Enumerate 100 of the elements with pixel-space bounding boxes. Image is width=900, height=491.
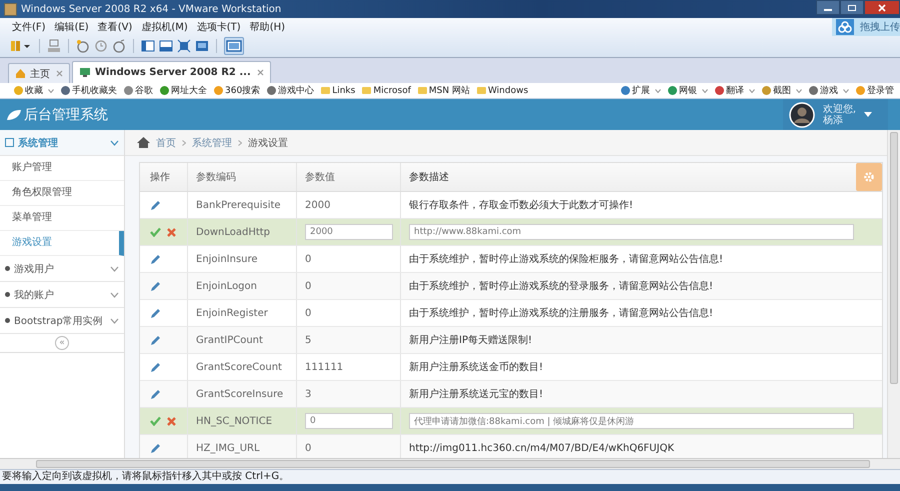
window-title: Windows Server 2008 R2 x64 - VMware Workstation: [21, 4, 282, 14]
close-icon[interactable]: [56, 70, 63, 77]
description-field[interactable]: http://www.88kami.com: [409, 224, 854, 240]
menu-item[interactable]: 虚拟机(M): [141, 20, 188, 34]
table-cell-text: 新用户注册系统送金币的数目!: [408, 360, 544, 375]
fullscreen-icon[interactable]: [177, 39, 191, 53]
dot-icon: [5, 318, 10, 323]
menu-item[interactable]: 帮助(H): [250, 20, 286, 34]
window-icon[interactable]: [224, 37, 244, 55]
scrollbar[interactable]: [887, 130, 900, 458]
menu-item[interactable]: 选项卡(T): [196, 20, 241, 34]
sidebar-item[interactable]: 角色权限管理: [0, 181, 124, 206]
pencil-icon[interactable]: [150, 280, 161, 292]
table-cell: 3: [297, 381, 401, 407]
maximize-button[interactable]: [840, 0, 864, 15]
upload-badge[interactable]: 拖拽上传: [832, 18, 900, 36]
scrollbar[interactable]: [0, 458, 900, 469]
column-header: 参数编码: [188, 163, 297, 191]
close-button[interactable]: [864, 0, 900, 15]
app-icon: [4, 2, 17, 16]
chevron-icon: [238, 140, 242, 146]
sidebar-group[interactable]: 我的账户: [0, 282, 124, 308]
cloud-icon: [836, 19, 854, 35]
close-icon[interactable]: [167, 228, 176, 236]
pencil-icon[interactable]: [150, 308, 161, 318]
close-icon[interactable]: [256, 69, 264, 76]
table-cell-text: 由于系统维护，暂时停止游戏系统的注册服务，请留意网站公告信息!: [408, 306, 714, 321]
pencil-icon[interactable]: [150, 442, 161, 454]
menu-item[interactable]: 查看(V): [98, 20, 132, 34]
breadcrumb-current: 游戏设置: [248, 136, 288, 150]
table-cell: HN_SC_NOTICE: [188, 408, 297, 434]
gear-icon: [863, 171, 875, 183]
close-icon[interactable]: [167, 416, 176, 426]
table-cell: GrantIPCount: [188, 327, 297, 353]
table-cell: 5: [297, 327, 401, 353]
pencil-icon[interactable]: [150, 362, 161, 372]
user-menu[interactable]: 欢迎您, 杨添: [782, 99, 888, 130]
table-cell: EnjoinLogon: [188, 273, 297, 299]
checkmark-icon[interactable]: [150, 227, 161, 237]
favorite-link[interactable]: MSN 网站: [418, 84, 470, 97]
toolbar-link[interactable]: 游戏: [809, 84, 849, 97]
pencil-icon[interactable]: [150, 254, 161, 264]
table-cell-text: http://img011.hc360.cn/m4/M07/BD/E4/wKhQ6FUJQK: [408, 442, 676, 456]
column-header: 参数描述: [408, 170, 450, 185]
menu-item[interactable]: 文件(F): [12, 20, 46, 34]
tab[interactable]: Windows Server 2008 R2 ...: [72, 61, 271, 83]
pencil-icon[interactable]: [150, 388, 161, 400]
avatar-icon: [788, 102, 815, 128]
column-header: 操作: [140, 163, 188, 191]
panel-icon[interactable]: [141, 39, 155, 53]
pencil-icon[interactable]: [150, 200, 161, 210]
table-cell: 0: [297, 273, 401, 299]
leaf-icon: [6, 108, 22, 120]
clock-icon[interactable]: [112, 39, 126, 53]
pencil-icon[interactable]: [150, 334, 161, 346]
window-icon[interactable]: [195, 39, 209, 53]
favorite-link[interactable]: 网址大全: [160, 84, 207, 97]
network-icon[interactable]: [47, 39, 61, 53]
window-icon[interactable]: [159, 39, 173, 53]
sidebar-group[interactable]: 游戏用户: [0, 256, 124, 282]
library-icon[interactable]: [10, 39, 32, 53]
table-cell-text: 由于系统维护，暂时停止游戏系统的登录服务，请留意网站公告信息!: [408, 280, 714, 294]
maximize-icon: [847, 4, 857, 12]
table-cell: GrantScoreCount: [188, 354, 297, 380]
table-cell: EnjoinInsure: [188, 246, 297, 272]
favorite-link[interactable]: 收藏: [14, 84, 54, 97]
favorite-link[interactable]: 谷歌: [124, 84, 153, 97]
checkmark-icon[interactable]: [150, 416, 161, 426]
column-header: 参数值: [297, 163, 401, 191]
value-field[interactable]: 0: [305, 413, 393, 429]
favorite-link[interactable]: 360搜索: [214, 84, 260, 97]
table-cell-text: 由于系统维护，暂时停止游戏系统的保险柜服务，请留意网站公告信息!: [408, 252, 724, 267]
sidebar-item[interactable]: 账户管理: [0, 156, 124, 181]
toolbar-link[interactable]: 扩展: [621, 84, 661, 97]
favorite-link[interactable]: 手机收藏夹: [61, 84, 117, 97]
monitor-icon: [79, 67, 91, 78]
menu-item[interactable]: 编辑(E): [54, 20, 89, 34]
clock-icon[interactable]: [94, 39, 108, 53]
table-cell: 111111: [297, 354, 401, 380]
close-icon: [877, 4, 887, 12]
dot-icon: [5, 292, 10, 297]
table-cell: BankPrerequisite: [188, 192, 297, 218]
minimize-button[interactable]: [816, 0, 840, 15]
sidebar-item[interactable]: 菜单管理: [0, 206, 124, 231]
sidebar-group[interactable]: Bootstrap常用实例: [0, 308, 124, 334]
favorite-link[interactable]: Microsof: [362, 86, 411, 96]
value-field[interactable]: 2000: [305, 224, 393, 240]
table-cell-text: 新用户注册IP每天赠送限制!: [408, 334, 533, 348]
favorite-link[interactable]: Links: [321, 86, 356, 96]
toolbar-link[interactable]: 截图: [762, 84, 802, 97]
toolbar-link[interactable]: 网银: [668, 84, 708, 97]
description-field[interactable]: 代理申请请加微信:88kami.com | 倾城麻将仅是休闲游: [409, 413, 854, 429]
tab[interactable]: 主页: [8, 63, 70, 83]
toolbar-link[interactable]: 登录管: [856, 84, 894, 97]
clock-icon[interactable]: [76, 39, 90, 53]
toolbar-link[interactable]: 翻译: [715, 84, 755, 97]
chevron-icon: [182, 140, 186, 146]
favorite-link[interactable]: Windows: [476, 86, 528, 96]
favorite-link[interactable]: 游戏中心: [267, 84, 314, 97]
app-title: 后台管理系统: [24, 106, 108, 124]
